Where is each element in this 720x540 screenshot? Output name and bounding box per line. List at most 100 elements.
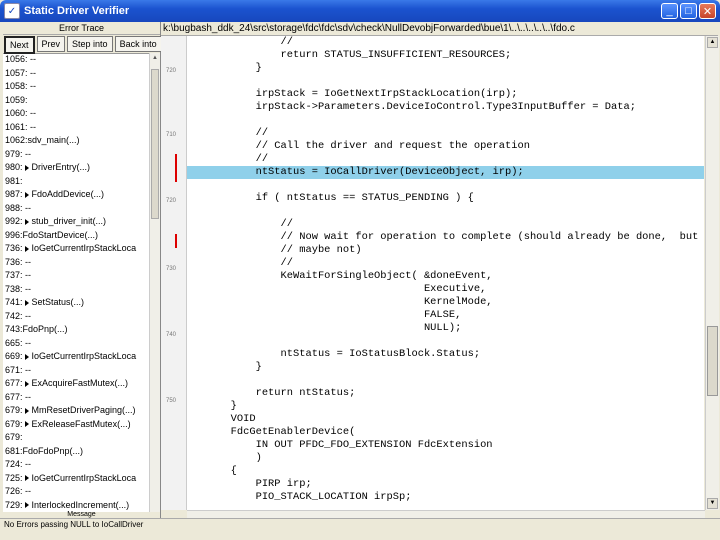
trace-item-line: 979: -- [5,148,32,159]
expand-arrow-icon[interactable] [24,245,29,252]
trace-item[interactable]: 726: -- [3,485,149,499]
expand-arrow-icon[interactable] [24,164,29,171]
trace-item[interactable]: 736: IoGetCurrentIrpStackLoca [3,242,149,256]
code-line: IN OUT PFDC_FDO_EXTENSION FdcExtension [187,439,493,451]
trace-item-line: 988: -- [5,202,32,213]
trace-item[interactable]: 669: IoGetCurrentIrpStackLoca [3,350,149,364]
trace-item-call: FdoAddDevice(...) [31,189,105,199]
trace-item-line: 726: -- [5,486,32,496]
scroll-up-icon[interactable]: ▲ [707,37,718,48]
trace-item[interactable]: 724: -- [3,458,149,472]
trace-item-line: 981: [5,175,23,186]
code-line: irpStack->Parameters.DeviceIoControl.Typ… [187,101,636,113]
expand-arrow-icon[interactable] [24,475,29,482]
line-number: 720 [166,68,177,74]
trace-marker [175,154,177,182]
trace-item[interactable]: 987: FdoAddDevice(...) [3,188,149,202]
trace-item-line: 671: -- [5,364,32,375]
close-button[interactable]: ✕ [699,3,716,19]
error-trace-panel: Error Trace Next Prev Step into Back int… [3,22,162,518]
trace-item-line: 729: [5,499,23,510]
trace-item[interactable]: 736: -- [3,256,149,270]
trace-item[interactable]: 725: IoGetCurrentIrpStackLoca [3,472,149,486]
trace-item[interactable]: 677: ExAcquireFastMutex(...) [3,377,149,391]
trace-item[interactable]: 1062:sdv_main(...) [3,134,149,148]
expand-arrow-icon[interactable] [24,191,29,198]
trace-item-line: 742: -- [5,310,32,321]
source-editor[interactable]: // return STATUS_INSUFFICIENT_RESOURCES;… [187,36,704,510]
expand-arrow-icon[interactable] [24,421,29,428]
trace-item[interactable]: 679: MmResetDriverPaging(...) [3,404,149,418]
trace-item[interactable]: 743:FdoPnp(...) [3,323,149,337]
trace-item[interactable]: 979: -- [3,148,149,162]
trace-item-call: ExReleaseFastMutex(...) [31,418,131,429]
trace-item[interactable]: 996:FdoStartDevice(...) [3,229,149,243]
scroll-down-icon[interactable]: ▼ [707,498,718,509]
trace-item-line: 1060: -- [5,108,37,118]
app-icon: ✓ [4,3,20,19]
trace-item[interactable]: 671: -- [3,364,149,378]
code-line: ) [187,452,262,464]
line-number: 710 [166,132,177,138]
code-line: NULL); [187,322,462,334]
minimize-button[interactable]: _ [661,3,678,19]
trace-scrollbar[interactable]: ▲ [149,53,160,513]
trace-item-line: 679: [5,405,23,415]
trace-item[interactable]: 737: -- [3,269,149,283]
expand-arrow-icon[interactable] [24,502,29,509]
trace-item-line: 677: -- [5,391,32,402]
trace-item-call: MmResetDriverPaging(...) [31,405,136,415]
expand-arrow-icon[interactable] [24,380,29,387]
code-line: return ntStatus; [187,387,356,399]
code-line: // [187,153,269,165]
trace-item[interactable]: 665: -- [3,337,149,351]
trace-item[interactable]: 1061: -- [3,121,149,135]
trace-item[interactable]: 980: DriverEntry(...) [3,161,149,175]
trace-item-line: 1056: -- [5,54,37,64]
editor-vertical-scrollbar[interactable]: ▲ ▼ [705,36,719,510]
trace-item[interactable]: 1057: -- [3,67,149,81]
code-line: KernelMode, [187,296,493,308]
code-line: // [187,36,294,48]
trace-item[interactable]: 738: -- [3,283,149,297]
trace-item[interactable]: 981: [3,175,149,189]
code-line: FdcGetEnablerDevice( [187,426,356,438]
trace-item-line: 679: [5,432,23,442]
trace-item-line: 681:FdoFdoPnp(...) [5,445,84,456]
trace-item[interactable]: 742: -- [3,310,149,324]
trace-item[interactable]: 988: -- [3,202,149,216]
expand-arrow-icon[interactable] [24,407,29,414]
trace-item[interactable]: 992: stub_driver_init(...) [3,215,149,229]
trace-item[interactable]: 1060: -- [3,107,149,121]
maximize-button[interactable]: □ [680,3,697,19]
trace-item-line: 738: -- [5,283,32,294]
code-line: // Now wait for operation to complete (s… [187,231,699,243]
next-button[interactable]: Next [4,36,35,54]
trace-item[interactable]: 677: -- [3,391,149,405]
trace-item[interactable]: 1059: [3,94,149,108]
trace-item[interactable]: 1056: -- [3,53,149,67]
trace-item-line: 1062:sdv_main(...) [5,135,80,145]
trace-item-line: 996:FdoStartDevice(...) [5,229,99,240]
code-line: } [187,62,262,74]
step-into-button[interactable]: Step into [67,36,113,52]
trace-item-call: SetStatus(...) [31,297,85,307]
trace-scroll-thumb[interactable] [151,69,159,219]
expand-arrow-icon[interactable] [24,353,29,360]
back-into-button[interactable]: Back into [114,36,162,52]
trace-item[interactable]: 679: ExReleaseFastMutex(...) [3,418,149,432]
scroll-up-icon[interactable]: ▲ [151,55,159,63]
expand-arrow-icon[interactable] [24,218,29,225]
trace-item-call: InterlockedIncrement(...) [31,499,130,510]
trace-item[interactable]: 1058: -- [3,80,149,94]
code-line: // maybe not) [187,244,362,256]
editor-scroll-thumb[interactable] [707,326,718,396]
code-line: return STATUS_INSUFFICIENT_RESOURCES; [187,49,512,61]
prev-button[interactable]: Prev [36,36,66,52]
expand-arrow-icon[interactable] [24,299,29,306]
trace-item[interactable]: 741: SetStatus(...) [3,296,149,310]
trace-item-line: 743:FdoPnp(...) [5,324,68,334]
trace-item[interactable]: 681:FdoFdoPnp(...) [3,445,149,459]
trace-item[interactable]: 679: [3,431,149,445]
trace-item[interactable]: 729: InterlockedIncrement(...) [3,499,149,513]
